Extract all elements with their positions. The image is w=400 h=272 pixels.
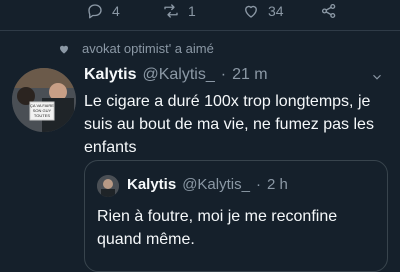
chevron-down-icon	[373, 74, 381, 80]
separator-dot: ·	[220, 66, 227, 83]
avatar-sign-text: ÇA VA FAIRE SON GUY TOUTES	[30, 103, 54, 118]
reply-icon	[88, 4, 102, 19]
like-button[interactable]: 34	[242, 0, 284, 22]
social-context[interactable]: avokat optimist' a aimé	[58, 41, 214, 56]
heart-icon	[60, 45, 68, 53]
quoted-separator-dot: ·	[255, 176, 261, 193]
avatar[interactable]: ÇA VA FAIRE SON GUY TOUTES	[12, 68, 76, 132]
share-icon	[321, 3, 336, 19]
quoted-avatar	[97, 175, 119, 197]
tweet-text: Le cigare a duré 100x trop longtemps, je…	[84, 93, 374, 156]
like-count: 34	[268, 3, 284, 19]
retweet-button[interactable]: 1	[162, 0, 196, 22]
share-button[interactable]	[320, 0, 338, 22]
quoted-author-handle: @Kalytis_	[182, 176, 250, 193]
reply-button[interactable]: 4	[86, 0, 120, 22]
retweet-icon	[164, 4, 178, 18]
quoted-author-name: Kalytis	[127, 176, 177, 193]
social-context-text: avokat optimist' a aimé	[82, 41, 214, 56]
author-name[interactable]: Kalytis	[84, 66, 136, 84]
quoted-tweet[interactable]: Kalytis @Kalytis_ · 2 h Rien à foutre, m…	[84, 160, 388, 272]
tweet-actions-bar: 4 1 34	[0, 0, 400, 24]
tweet-header: Kalytis @Kalytis_ · 21 m	[84, 66, 388, 84]
quoted-time: 2 h	[266, 176, 288, 193]
author-handle[interactable]: @Kalytis_	[142, 66, 214, 84]
more-options-button[interactable]	[370, 70, 384, 84]
avatar-image	[12, 68, 76, 132]
reply-count: 4	[112, 3, 120, 19]
heart-icon	[245, 5, 257, 18]
tweet-time[interactable]: 21 m	[232, 66, 268, 84]
tweet-divider	[0, 30, 400, 31]
quoted-text: Rien à foutre, moi je me reconfine quand…	[97, 208, 338, 248]
quoted-header: Kalytis @Kalytis_ · 2 h	[127, 176, 288, 193]
retweet-count: 1	[188, 3, 196, 19]
